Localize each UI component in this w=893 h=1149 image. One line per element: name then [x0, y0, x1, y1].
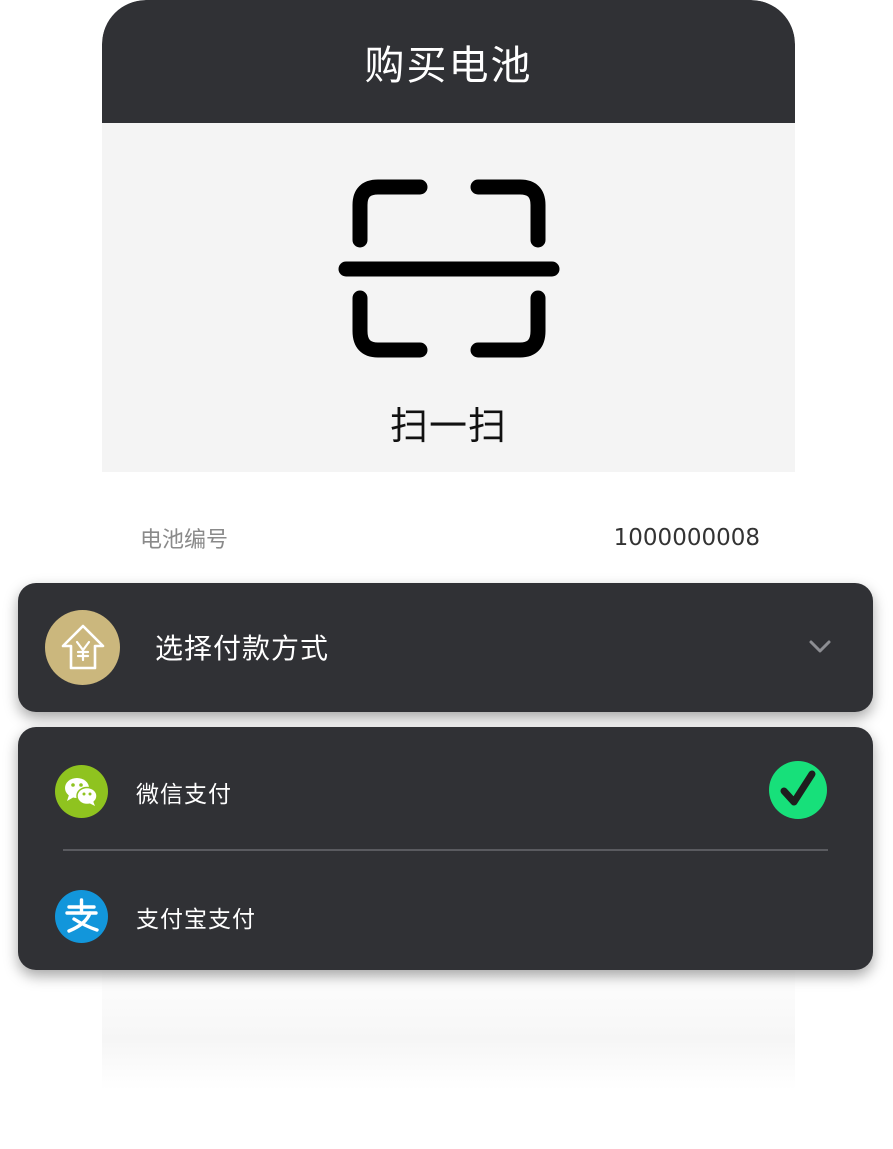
scan-icon[interactable] [338, 173, 560, 365]
battery-number-value: 1000000008 [613, 525, 760, 551]
payment-selector-title: 选择付款方式 [155, 632, 330, 665]
battery-number-label: 电池编号 [140, 528, 229, 553]
home-yen-icon [45, 610, 120, 685]
wechat-icon [55, 765, 108, 818]
divider [63, 849, 828, 851]
payment-method-selector[interactable]: 选择付款方式 [18, 583, 873, 712]
payment-option-alipay[interactable]: 支付宝支付 [18, 866, 873, 966]
checkmark-selected-icon [769, 761, 827, 819]
payment-option-wechat[interactable]: 微信支付 [18, 741, 873, 841]
scan-label[interactable]: 扫一扫 [102, 395, 795, 450]
page-title: 购买电池 [364, 42, 533, 89]
payment-option-label: 支付宝支付 [136, 907, 256, 933]
payment-option-label: 微信支付 [136, 782, 232, 808]
payment-options-list: 微信支付 支付宝支付 [18, 727, 873, 970]
header-bar: 购买电池 [102, 0, 795, 123]
alipay-icon [55, 890, 108, 943]
battery-number-row: 电池编号 1000000008 [140, 520, 760, 556]
scan-area[interactable]: 扫一扫 [102, 123, 795, 472]
chevron-down-icon[interactable] [808, 638, 832, 654]
